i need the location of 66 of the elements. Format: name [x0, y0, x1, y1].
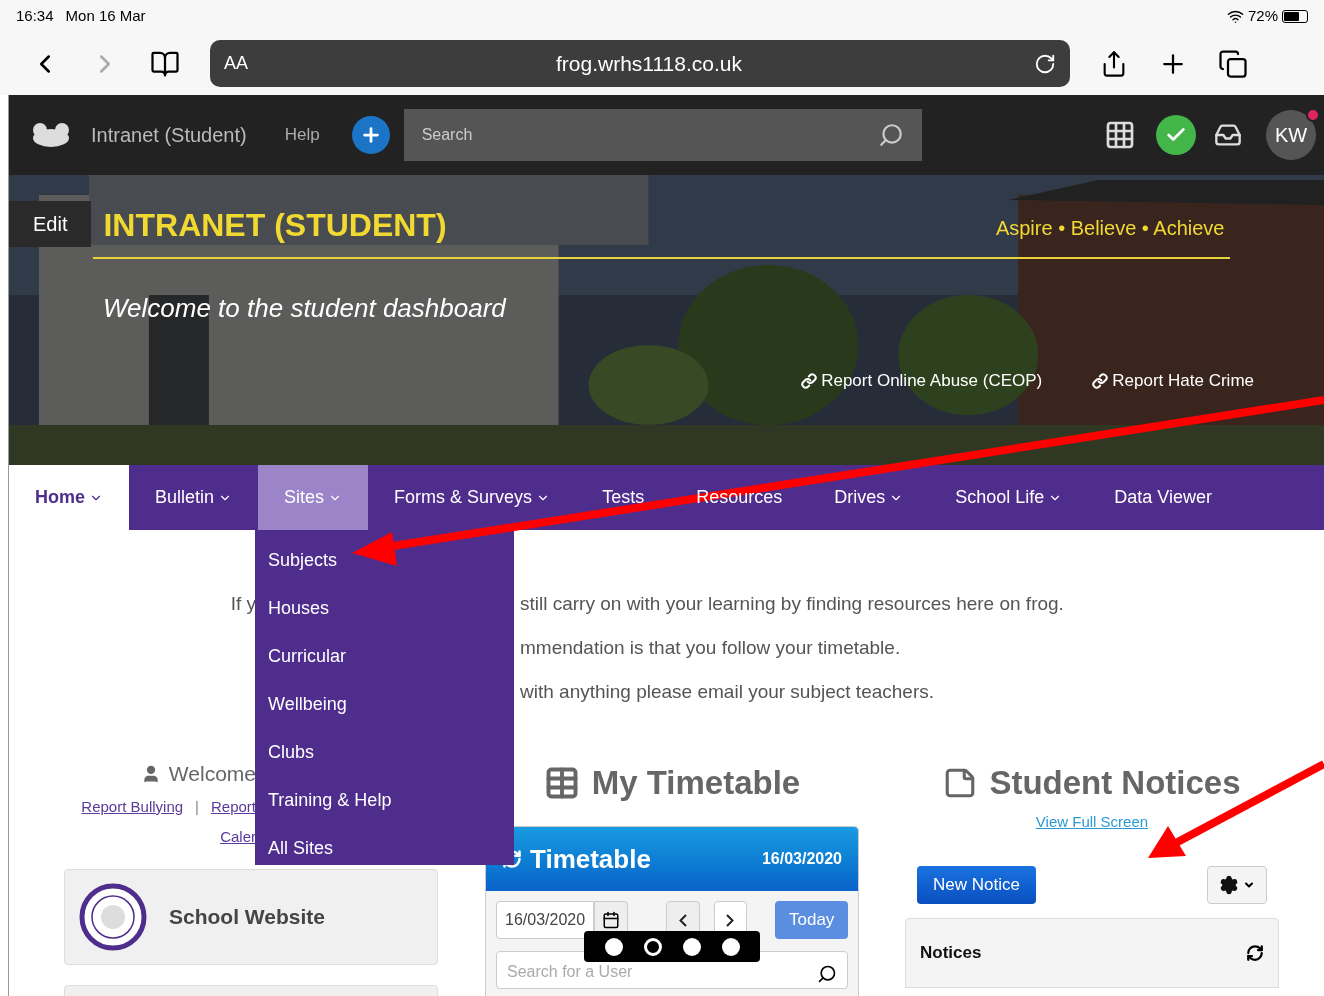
report-link[interactable]: Report Online Abuse (CEOP): [801, 368, 1043, 394]
site-name[interactable]: Intranet (Student): [91, 120, 247, 150]
chevron-right-icon: [726, 913, 735, 927]
battery-percent: 72%: [1247, 5, 1278, 26]
menu-item[interactable]: Wellbeing: [255, 680, 514, 728]
menu-item[interactable]: Subjects: [255, 536, 514, 584]
hero-subtitle: Welcome to the student dashboard: [103, 292, 508, 325]
welcome-text: Welcome: [168, 761, 256, 787]
url-text: frog.wrhs1118.co.uk: [555, 50, 743, 77]
new-notice-button[interactable]: New Notice: [917, 866, 1036, 904]
report-link[interactable]: Report: [210, 795, 256, 818]
intro-text: If y: [230, 593, 256, 614]
status-time: 16:34: [16, 5, 54, 26]
timetable-title: Timetable: [530, 842, 651, 876]
address-bar[interactable]: AA frog.wrhs1118.co.uk: [210, 40, 1070, 87]
user-search-input[interactable]: Search for a User: [507, 960, 817, 984]
hero-title: INTRANET (STUDENT): [103, 206, 447, 245]
report-link[interactable]: Report Hate Crime: [1092, 368, 1254, 394]
search-input[interactable]: Search: [421, 123, 878, 147]
timetable-date: 16/03/2020: [761, 849, 842, 869]
text-size-label[interactable]: AA: [224, 50, 264, 77]
link-icon: [1092, 372, 1109, 389]
calendar-link[interactable]: Caler: [220, 826, 256, 849]
panel-title: Notices: [920, 942, 982, 965]
calendar-icon: [602, 911, 621, 929]
search-field[interactable]: Search: [403, 109, 922, 161]
school-website-card[interactable]: School Website: [64, 868, 438, 965]
nav-tab[interactable]: Tests: [576, 465, 671, 530]
apps-grid-icon[interactable]: [1104, 119, 1136, 151]
timetable-heading: My Timetable: [591, 763, 801, 804]
status-check-icon[interactable]: [1156, 115, 1196, 155]
status-date: Mon 16 Mar: [65, 5, 146, 26]
school-crest-icon: [79, 882, 147, 951]
tabs-icon[interactable]: [1218, 48, 1248, 79]
nav-tab[interactable]: Forms & Surveys: [368, 465, 577, 530]
search-icon[interactable]: [817, 964, 837, 984]
intro-text: still carry on with your learning by finding resources here on frog.: [520, 592, 1064, 616]
date-field[interactable]: 16/03/2020: [496, 901, 595, 939]
menu-item[interactable]: Clubs: [255, 728, 514, 776]
card-title: School Website: [169, 903, 325, 930]
nav-tab[interactable]: Home: [9, 465, 129, 530]
nav-tab[interactable]: Data Viewer: [1088, 465, 1238, 530]
user-avatar[interactable]: KW: [1266, 110, 1316, 160]
menu-item[interactable]: Houses: [255, 584, 514, 632]
hero-motto: Aspire • Believe • Achieve: [995, 216, 1226, 241]
gear-icon: [1219, 875, 1239, 895]
edit-button[interactable]: Edit: [9, 201, 92, 247]
help-link[interactable]: Help: [284, 122, 320, 148]
nav-tab[interactable]: Bulletin: [129, 465, 259, 530]
notices-heading: Student Notices: [989, 763, 1241, 804]
link-separator: |: [195, 796, 199, 817]
menu-item[interactable]: Training & Help: [255, 776, 514, 824]
menu-item[interactable]: Curricular: [255, 632, 514, 680]
nav-tab[interactable]: School Life: [929, 465, 1089, 530]
report-bullying-link[interactable]: Report Bullying: [81, 795, 184, 818]
settings-dropdown[interactable]: [1207, 866, 1267, 904]
intro-text: with anything please email your subject teachers.: [520, 680, 934, 704]
intro-text: mmendation is that you follow your timetable.: [520, 636, 901, 660]
add-button[interactable]: [351, 116, 390, 154]
nav-tab[interactable]: Drives: [808, 465, 930, 530]
reload-icon[interactable]: [1034, 52, 1056, 75]
battery-icon: [1282, 9, 1308, 23]
chevron-left-icon: [678, 913, 687, 927]
refresh-icon[interactable]: [1246, 944, 1264, 962]
frog-logo-icon: [31, 122, 71, 148]
link-icon: [801, 372, 818, 389]
